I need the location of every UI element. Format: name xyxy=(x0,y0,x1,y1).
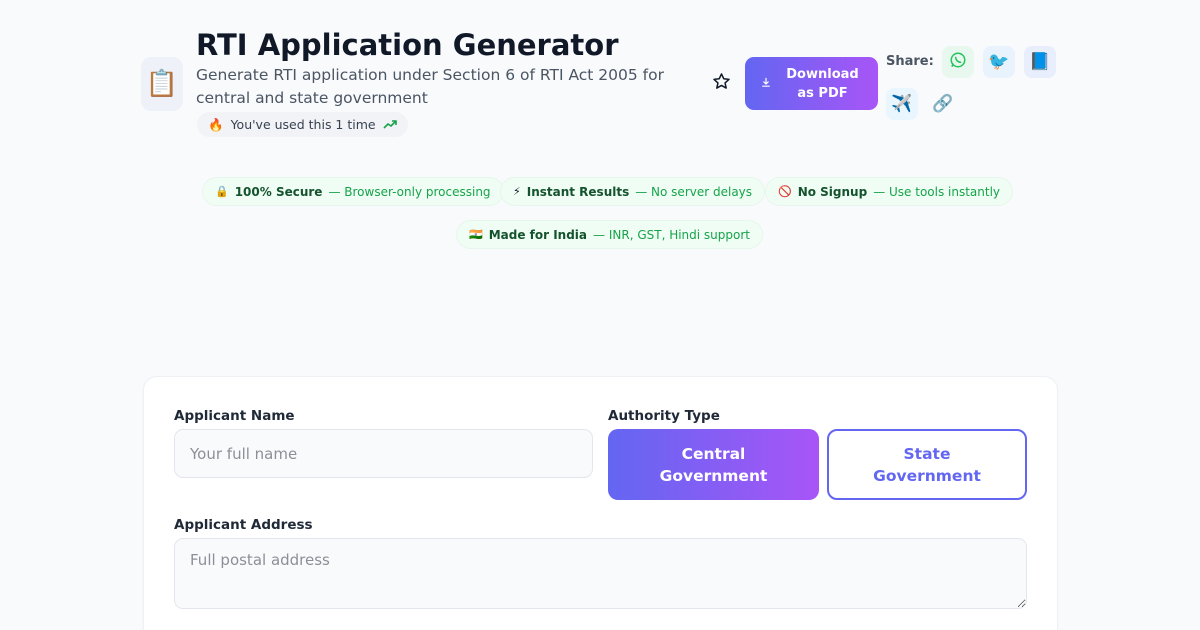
share-facebook-button[interactable]: 📘 xyxy=(1024,46,1056,78)
lightning-icon: ⚡ xyxy=(513,185,521,198)
download-icon xyxy=(761,77,771,90)
applicant-address-label: Applicant Address xyxy=(174,517,313,533)
trending-up-icon xyxy=(383,118,397,132)
applicant-name-input[interactable] xyxy=(174,429,593,478)
rti-form-card: Applicant Name Authority Type Central Go… xyxy=(143,376,1058,630)
link-icon: 🔗 xyxy=(932,94,954,114)
whatsapp-icon xyxy=(949,51,967,74)
share-label: Share: xyxy=(886,54,934,69)
authority-type-label: Authority Type xyxy=(608,408,720,424)
trust-badge-no-signup: 🚫 No Signup — Use tools instantly xyxy=(766,178,1013,205)
trust-badge-title: Instant Results xyxy=(526,184,630,199)
usage-counter-badge: 🔥 You've used this 1 time xyxy=(197,112,408,137)
trust-badge-title: No Signup xyxy=(797,184,868,199)
no-entry-icon: 🚫 xyxy=(778,185,792,198)
india-flag-icon: 🇮🇳 xyxy=(469,228,483,241)
star-outline-icon xyxy=(712,72,731,96)
facebook-book-icon: 📘 xyxy=(1029,52,1051,72)
favorite-star-button[interactable] xyxy=(707,70,735,98)
share-twitter-button[interactable]: 🐦 xyxy=(983,46,1015,78)
page-subtitle: Generate RTI application under Section 6… xyxy=(196,66,664,107)
page-title: RTI Application Generator xyxy=(196,28,619,62)
authority-central-label: Central Government xyxy=(659,444,768,485)
trust-badge-title: Made for India xyxy=(488,227,588,242)
trust-badge-desc: — Browser-only processing xyxy=(328,184,491,199)
download-pdf-label: Download as PDF xyxy=(786,66,859,101)
trust-badge-title: 100% Secure xyxy=(234,184,323,199)
trust-badge-india: 🇮🇳 Made for India — INR, GST, Hindi supp… xyxy=(457,221,763,248)
share-telegram-button[interactable]: ✈️ xyxy=(886,88,918,120)
trust-badge-secure: 🔒 100% Secure — Browser-only processing xyxy=(203,178,503,205)
trust-badge-instant: ⚡ Instant Results — No server delays xyxy=(501,178,765,205)
trust-badge-desc: — INR, GST, Hindi support xyxy=(593,227,751,242)
authority-state-label: State Government xyxy=(873,444,981,485)
copy-link-button[interactable]: 🔗 xyxy=(927,88,959,120)
authority-state-button[interactable]: State Government xyxy=(827,429,1027,500)
download-pdf-button[interactable]: Download as PDF xyxy=(745,57,878,110)
applicant-name-label: Applicant Name xyxy=(174,408,295,424)
applicant-address-textarea[interactable] xyxy=(174,538,1027,609)
clipboard-icon: 📋 xyxy=(141,57,183,111)
authority-central-button[interactable]: Central Government xyxy=(608,429,819,500)
lock-icon: 🔒 xyxy=(215,185,229,198)
trust-badge-desc: — No server delays xyxy=(635,184,753,199)
fire-icon: 🔥 xyxy=(208,116,224,132)
usage-counter-text: You've used this 1 time xyxy=(230,117,376,132)
share-whatsapp-button[interactable] xyxy=(942,46,974,78)
telegram-plane-icon: ✈️ xyxy=(891,94,913,114)
twitter-bird-icon: 🐦 xyxy=(988,52,1010,72)
trust-badge-desc: — Use tools instantly xyxy=(873,184,1001,199)
